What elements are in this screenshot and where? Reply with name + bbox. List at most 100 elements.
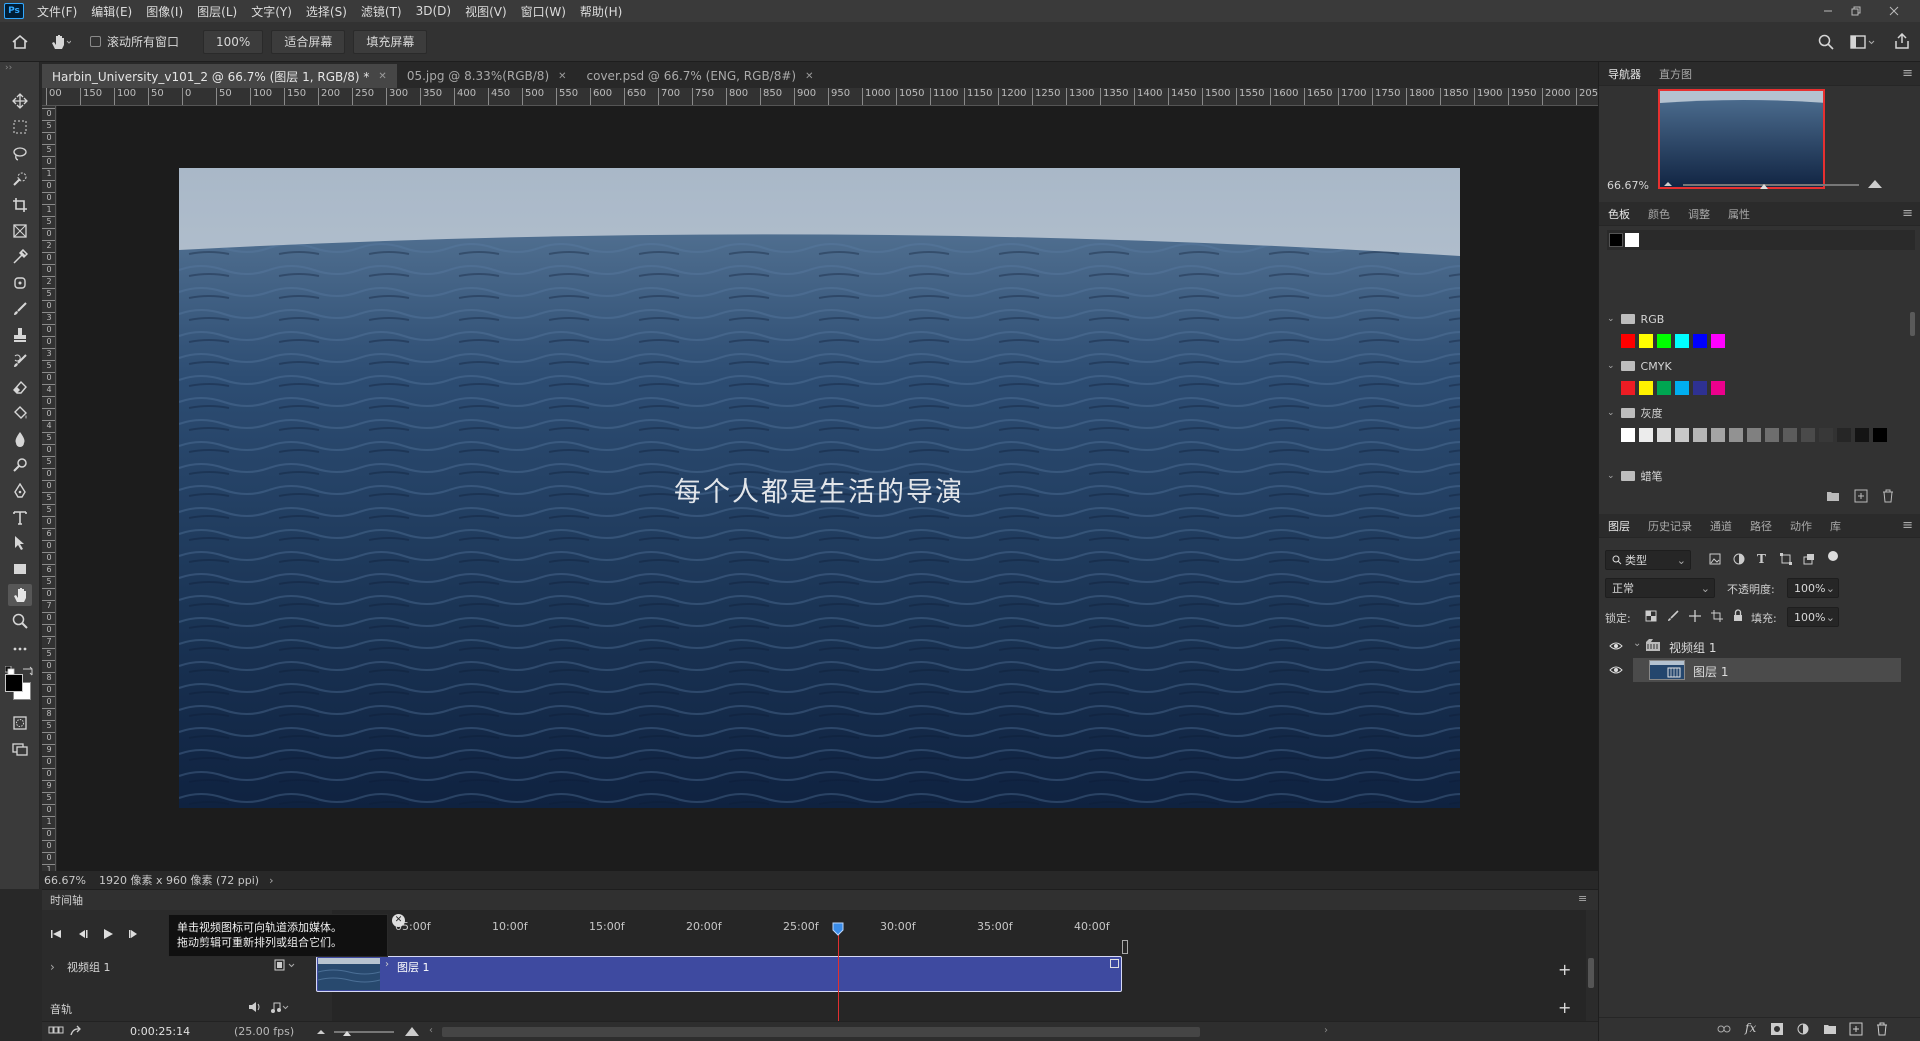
history-brush-tool-icon[interactable]	[8, 350, 32, 372]
subtitle-text[interactable]: 每个人都是生活的导演	[269, 470, 1369, 509]
tab-05-jpg[interactable]: 05.jpg @ 8.33%(RGB/8) ✕	[397, 64, 577, 88]
fit-screen-button[interactable]: 适合屏幕	[271, 29, 346, 54]
marquee-tool-icon[interactable]	[8, 116, 32, 138]
expand-track-icon[interactable]: ›	[50, 960, 55, 974]
menu-file[interactable]: 文件(F)	[30, 3, 84, 20]
menu-window[interactable]: 窗口(W)	[514, 3, 573, 20]
filter-pixel-icon[interactable]	[1709, 553, 1721, 565]
add-video-track-icon[interactable]: +	[1558, 960, 1571, 979]
tab-paths[interactable]: 路径	[1741, 518, 1781, 534]
color-swatch[interactable]	[1657, 334, 1671, 348]
close-window-icon[interactable]	[1880, 0, 1908, 22]
track-scrollbar[interactable]	[1588, 958, 1594, 988]
mute-audio-icon[interactable]	[248, 1001, 262, 1013]
swatches-menu-icon[interactable]: ≡	[1902, 206, 1913, 221]
tab-harbin-university[interactable]: Harbin_University_v101_2 @ 66.7% (图层 1, …	[42, 64, 397, 88]
layer-row-video-group[interactable]: ⌄ 视频组 1	[1599, 634, 1920, 658]
lock-image-pixels-icon[interactable]	[1667, 610, 1679, 622]
color-swatch[interactable]	[1621, 334, 1635, 348]
close-tab-icon[interactable]: ✕	[558, 71, 566, 82]
video-clip[interactable]: › 图层 1	[316, 956, 1122, 992]
tab-adjustments[interactable]: 调整	[1679, 206, 1719, 222]
group-chevron-icon[interactable]: ⌄	[1633, 638, 1641, 649]
recent-swatch[interactable]	[1609, 233, 1623, 247]
color-swatch[interactable]	[1711, 381, 1725, 395]
color-swatch[interactable]	[1711, 334, 1725, 348]
color-swatch[interactable]	[1801, 428, 1815, 442]
timeline-horizontal-scrollbar[interactable]	[442, 1027, 1200, 1037]
scroll-all-windows-checkbox[interactable]	[90, 36, 101, 47]
filter-smart-object-icon[interactable]	[1803, 553, 1815, 565]
color-swatch[interactable]	[1675, 428, 1689, 442]
menu-filter[interactable]: 滤镜(T)	[354, 3, 409, 20]
tab-layers[interactable]: 图层	[1599, 518, 1639, 534]
color-swatch[interactable]	[1747, 428, 1761, 442]
play-icon[interactable]	[102, 928, 114, 940]
more-tools-icon[interactable]	[8, 638, 32, 660]
zoom-out-timeline-icon[interactable]	[316, 1027, 326, 1035]
add-media-icon[interactable]	[274, 958, 296, 972]
navigator-menu-icon[interactable]: ≡	[1902, 66, 1913, 81]
next-frame-icon[interactable]	[128, 929, 140, 939]
menu-3d[interactable]: 3D(D)	[409, 4, 458, 18]
color-swatch[interactable]	[1675, 381, 1689, 395]
layer-row-layer-1[interactable]: 图层 1	[1599, 658, 1920, 682]
search-icon[interactable]	[1818, 34, 1834, 50]
link-layers-icon[interactable]	[1717, 1024, 1731, 1034]
layer-filter-select[interactable]: 类型 ⌄	[1605, 550, 1691, 570]
frame-tool-icon[interactable]	[8, 220, 32, 242]
lock-transparent-icon[interactable]	[1645, 610, 1657, 622]
swatch-group-gray[interactable]: ⌄ 灰度	[1607, 404, 1663, 422]
tab-histogram[interactable]: 直方图	[1650, 66, 1701, 82]
navigator-zoom[interactable]: 66.67%	[1607, 179, 1649, 192]
quick-selection-tool-icon[interactable]	[8, 168, 32, 190]
restore-icon[interactable]	[1842, 0, 1870, 22]
lock-artboard-icon[interactable]	[1711, 610, 1723, 622]
opacity-input[interactable]: 100% ⌄	[1787, 578, 1839, 598]
new-group-icon[interactable]	[1823, 1023, 1837, 1035]
layer-effects-icon[interactable]: fx	[1745, 1021, 1756, 1035]
color-swatch[interactable]	[1873, 428, 1887, 442]
color-swatch[interactable]	[1621, 381, 1635, 395]
zoom-tool-icon[interactable]	[8, 610, 32, 632]
color-swatch[interactable]	[1639, 381, 1653, 395]
pen-tool-icon[interactable]	[8, 480, 32, 502]
lock-all-icon[interactable]	[1733, 609, 1743, 622]
tab-cover-psd[interactable]: cover.psd @ 66.7% (ENG, RGB/8#) ✕	[577, 64, 824, 88]
status-expand-icon[interactable]: ›	[269, 874, 273, 887]
tab-navigator[interactable]: 导航器	[1599, 66, 1650, 82]
tab-color[interactable]: 颜色	[1639, 206, 1679, 222]
color-swatch[interactable]	[1639, 428, 1653, 442]
navigator-zoom-in-icon[interactable]	[1867, 177, 1883, 189]
blend-mode-select[interactable]: 正常 ⌄	[1605, 578, 1715, 598]
delete-layer-icon[interactable]	[1876, 1022, 1888, 1036]
convert-timeline-icon[interactable]	[69, 1025, 83, 1037]
swap-colors-icon[interactable]	[22, 666, 34, 676]
color-swatch[interactable]	[1729, 428, 1743, 442]
lock-position-icon[interactable]	[1689, 610, 1701, 622]
fill-input[interactable]: 100% ⌄	[1787, 607, 1839, 627]
timeline-zoom-thumb[interactable]	[342, 1029, 352, 1037]
swatch-group-rgb[interactable]: ⌄ RGB	[1607, 310, 1664, 328]
color-swatch[interactable]	[1711, 428, 1725, 442]
hand-tool-icon[interactable]	[8, 584, 32, 606]
menu-help[interactable]: 帮助(H)	[573, 3, 629, 20]
eraser-tool-icon[interactable]	[8, 376, 32, 398]
color-swatch[interactable]	[1855, 428, 1869, 442]
share-icon[interactable]	[1894, 33, 1910, 50]
filter-toggle-icon[interactable]	[1828, 551, 1838, 561]
filter-shape-icon[interactable]	[1780, 553, 1792, 565]
swatch-group-cmyk[interactable]: ⌄ CMYK	[1607, 357, 1672, 375]
type-tool-icon[interactable]	[8, 506, 32, 528]
navigator-zoom-out-icon[interactable]	[1663, 179, 1673, 187]
visibility-eye-icon[interactable]	[1609, 665, 1623, 675]
new-swatch-icon[interactable]	[1854, 489, 1868, 503]
tab-swatches[interactable]: 色板	[1599, 206, 1639, 222]
fill-screen-button[interactable]: 填充屏幕	[353, 29, 428, 54]
clip-expand-icon[interactable]: ›	[385, 959, 389, 970]
menu-select[interactable]: 选择(S)	[299, 3, 354, 20]
menu-image[interactable]: 图像(I)	[139, 3, 190, 20]
add-mask-icon[interactable]	[1771, 1023, 1783, 1035]
zoom-100-button[interactable]: 100%	[203, 29, 264, 54]
foreground-color-swatch[interactable]	[5, 674, 23, 692]
